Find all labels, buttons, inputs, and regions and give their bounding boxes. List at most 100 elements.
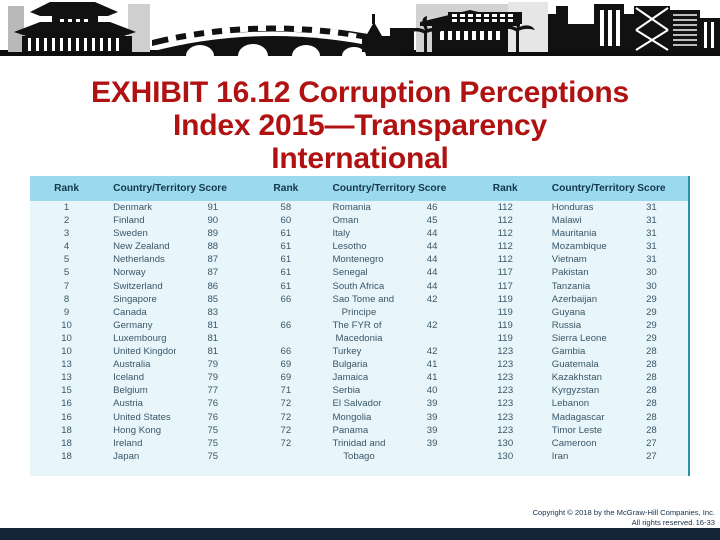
cell-score: 75 bbox=[176, 423, 250, 437]
cell-score: 87 bbox=[176, 253, 250, 267]
cell-country: Ireland bbox=[103, 436, 177, 450]
cell-rank: 61 bbox=[249, 253, 323, 267]
table-header-row: Rank Country/Territory Score Rank Countr… bbox=[30, 176, 688, 201]
cell-country: Pakistan bbox=[541, 266, 615, 280]
table-row: 18 Hong Kong 75 72 Panama 39 123 Timor Leste 28 bbox=[30, 423, 688, 437]
cell-country: Iceland bbox=[103, 371, 177, 385]
slide-number: 16-33 bbox=[695, 517, 715, 527]
cell-country: Denmark bbox=[103, 201, 177, 215]
table-row: 15 Belgium 77 71 Serbia 40 123 Kyrgyzstan 28 bbox=[30, 384, 688, 398]
bottom-accent-bar bbox=[0, 528, 720, 540]
cell-score: 27 bbox=[614, 449, 688, 463]
skyline-banner bbox=[0, 0, 720, 62]
cell-rank: 117 bbox=[468, 266, 542, 280]
cell-country: United Kingdom bbox=[103, 345, 177, 359]
cell-rank: 112 bbox=[468, 253, 542, 267]
cell-country: Singapore bbox=[103, 292, 177, 306]
table-row: 13 Iceland 79 69 Jamaica 41 123 Kazakhstan 28 bbox=[30, 371, 688, 385]
cell-score: 44 bbox=[395, 253, 469, 267]
cell-rank: 8 bbox=[30, 292, 104, 306]
cell-score: 29 bbox=[614, 292, 688, 306]
table-row: 16 Austria 76 72 El Salvador 39 123 Lebanon 28 bbox=[30, 397, 688, 411]
cell-country: Russia bbox=[541, 318, 615, 332]
cell-score: 77 bbox=[176, 384, 250, 398]
skyline-silhouette-icon bbox=[0, 2, 720, 56]
cell-rank: 61 bbox=[249, 227, 323, 241]
copyright-footer: Copyright © 2018 by the McGraw-Hill Comp… bbox=[440, 508, 715, 527]
table-row: 9 Canada 83 Principe 119 Guyana 29 bbox=[30, 305, 688, 319]
table-row: 18 Japan 75 Tobago 130 Iran 27 bbox=[30, 449, 688, 463]
cell-country: Senegal bbox=[322, 266, 396, 280]
cell-score: 76 bbox=[176, 397, 250, 411]
cell-country: Mozambique bbox=[541, 240, 615, 254]
cell-rank: 119 bbox=[468, 331, 542, 346]
cell-rank: 119 bbox=[468, 292, 542, 306]
cell-score: 44 bbox=[395, 266, 469, 280]
cell-rank: 123 bbox=[468, 410, 542, 424]
cell-score: 83 bbox=[176, 305, 250, 319]
cell-rank: 10 bbox=[30, 331, 104, 346]
padding-cell bbox=[468, 462, 542, 476]
cell-country: Canada bbox=[103, 305, 177, 319]
cell-rank: 15 bbox=[30, 384, 104, 398]
cell-rank: 2 bbox=[30, 214, 104, 228]
table-row: 4 New Zealand 88 61 Lesotho 44 112 Mozambique 31 bbox=[30, 240, 688, 254]
table-row: 5 Norway 87 61 Senegal 44 117 Pakistan 30 bbox=[30, 266, 688, 280]
title-line-1: EXHIBIT 16.12 Corruption Perceptions bbox=[91, 76, 629, 109]
cell-score: 46 bbox=[395, 201, 469, 215]
cell-score: 28 bbox=[614, 345, 688, 359]
cell-country: Vietnam bbox=[541, 253, 615, 267]
cell-country: Luxembourg bbox=[103, 331, 177, 346]
cell-country: Belgium bbox=[103, 384, 177, 398]
cell-score: 30 bbox=[614, 279, 688, 293]
cell-rank: 18 bbox=[30, 423, 104, 437]
cell-score: 42 bbox=[395, 318, 469, 332]
cpi-table: Rank Country/Territory Score Rank Countr… bbox=[30, 176, 688, 476]
table-row: 10 Luxembourg 81 Macedonia 119 Sierra Leone 29 bbox=[30, 331, 688, 346]
cell-country: The FYR of bbox=[322, 318, 396, 332]
cell-country: Lesotho bbox=[322, 240, 396, 254]
cell-country: Iran bbox=[541, 449, 615, 463]
cell-country: United States bbox=[103, 410, 177, 424]
cell-score: 31 bbox=[614, 214, 688, 228]
cell-country: Timor Leste bbox=[541, 423, 615, 437]
column-header-rank-2: Rank bbox=[249, 176, 323, 201]
cell-country: Norway bbox=[103, 266, 177, 280]
cell-country: Macedonia bbox=[322, 331, 396, 346]
cell-rank: 18 bbox=[30, 449, 104, 463]
padding-cell bbox=[249, 462, 323, 476]
cell-country: Italy bbox=[322, 227, 396, 241]
cell-score: 86 bbox=[176, 279, 250, 293]
table-body: 1 Denmark 91 58 Romania 46 112 Honduras 31 2 Finla… bbox=[30, 201, 688, 476]
cell-rank: 13 bbox=[30, 358, 104, 372]
cell-score: 41 bbox=[395, 371, 469, 385]
table-header: Rank Country/Territory Score Rank Countr… bbox=[30, 176, 688, 201]
cell-country: Kyrgyzstan bbox=[541, 384, 615, 398]
padding-cell bbox=[322, 462, 396, 476]
cell-score: 87 bbox=[176, 266, 250, 280]
cell-country: Switzerland bbox=[103, 279, 177, 293]
cell-rank: 4 bbox=[30, 240, 104, 254]
cell-score: 81 bbox=[176, 318, 250, 332]
copyright-line: Copyright © 2018 by the McGraw-Hill Comp… bbox=[532, 508, 715, 517]
cell-country: Netherlands bbox=[103, 253, 177, 267]
cell-score: 28 bbox=[614, 384, 688, 398]
cell-score: 79 bbox=[176, 371, 250, 385]
table-row: 1 Denmark 91 58 Romania 46 112 Honduras 31 bbox=[30, 201, 688, 215]
cell-rank: 61 bbox=[249, 279, 323, 293]
table-row: 10 Germany 81 66 The FYR of 42 119 Russia 29 bbox=[30, 318, 688, 332]
cell-score: 89 bbox=[176, 227, 250, 241]
cell-score: 28 bbox=[614, 410, 688, 424]
cell-rank: 7 bbox=[30, 279, 104, 293]
cell-score: 44 bbox=[395, 227, 469, 241]
cell-score: 29 bbox=[614, 331, 688, 346]
table-row: 2 Finland 90 60 Oman 45 112 Malawi 31 bbox=[30, 214, 688, 228]
cell-rank: 123 bbox=[468, 423, 542, 437]
cell-country: Oman bbox=[322, 214, 396, 228]
cell-score: 81 bbox=[176, 345, 250, 359]
cell-score: 42 bbox=[395, 292, 469, 306]
cell-country: South Africa bbox=[322, 279, 396, 293]
cell-score: 85 bbox=[176, 292, 250, 306]
cell-country: Guyana bbox=[541, 305, 615, 319]
cpi-table-container: Rank Country/Territory Score Rank Countr… bbox=[30, 176, 690, 476]
